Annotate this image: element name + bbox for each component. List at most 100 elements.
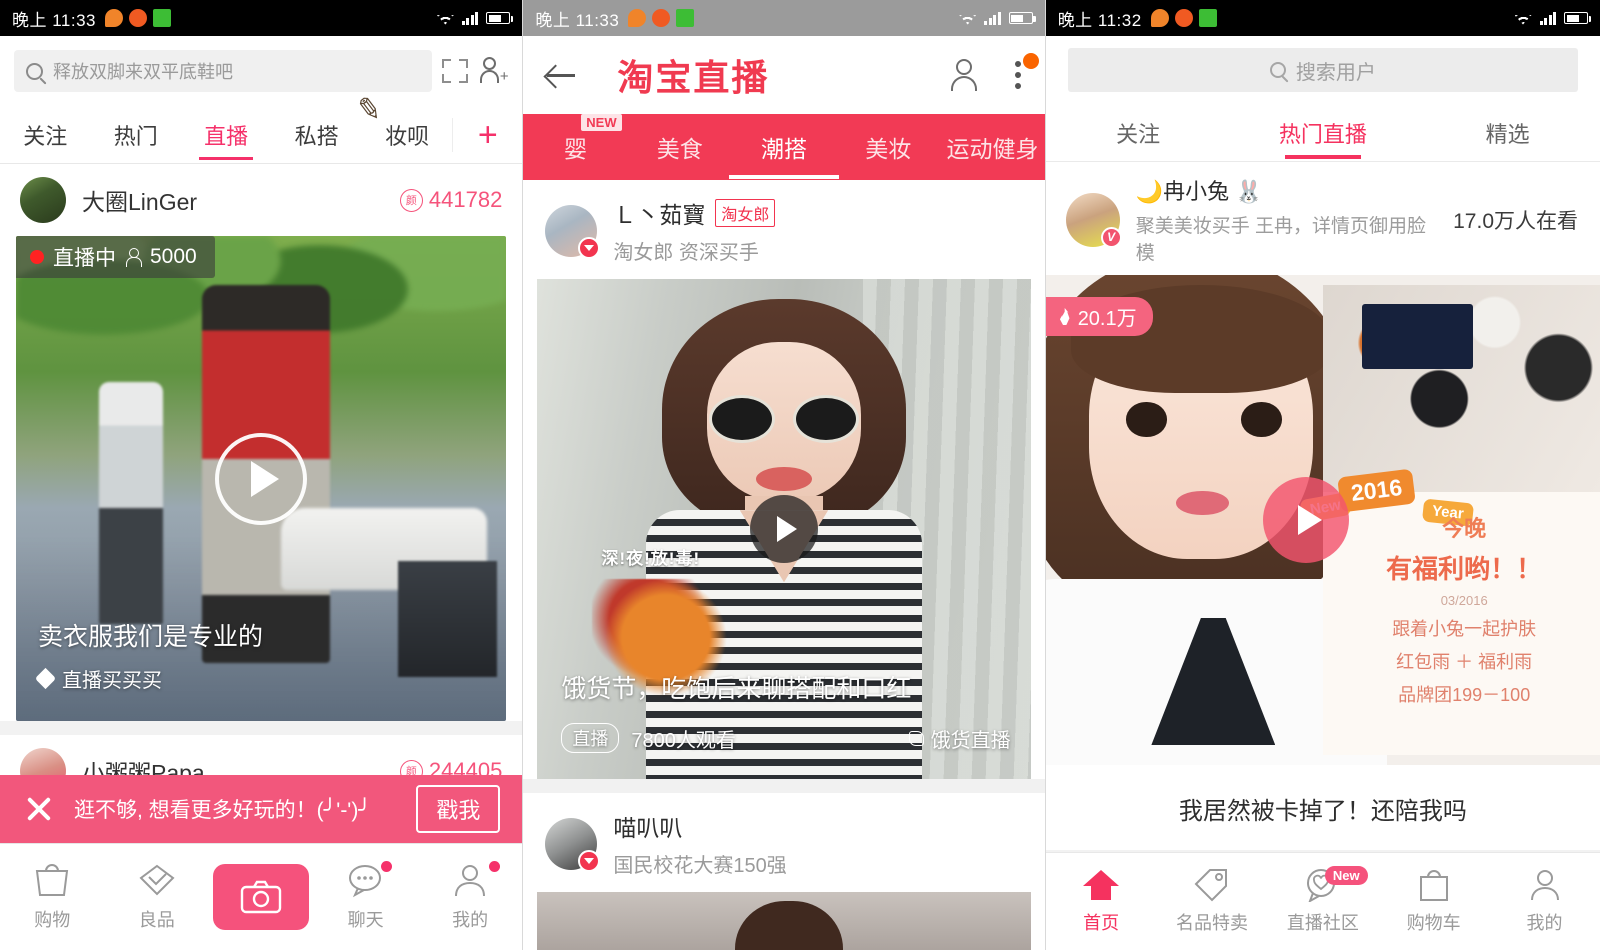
video-thumbnail[interactable]: 深!夜!放!毒! 饿货节，吃饱后来聊搭配和口红 直播 7800人观看 饿货直播 [537, 279, 1031, 779]
avatar[interactable] [545, 817, 601, 872]
seal-icon: 颜 [399, 188, 423, 212]
view-count-value: 441782 [428, 187, 503, 212]
status-icons [1150, 9, 1217, 27]
play-button[interactable] [215, 432, 308, 525]
user-name: Ｌ丶茹寶 [613, 202, 706, 228]
tab-muying[interactable]: 婴 NEW [523, 114, 627, 164]
tab-meizhuang[interactable]: 美妆 [836, 130, 940, 164]
screenshot-root: 晚上 11:33 释放双脚来双平底鞋吧 + 关注 热门 直播 私搭 妆呗 + ✎… [0, 0, 1600, 950]
card-header: 大圈LinGer 颜 441782 [0, 164, 522, 236]
tag-icon [1194, 869, 1227, 902]
scan-icon[interactable] [442, 59, 469, 83]
tab-meishi[interactable]: 美食 [628, 130, 732, 164]
tab-remen[interactable]: 热门 [90, 119, 180, 151]
nav-item-cart[interactable]: 购物车 [1378, 868, 1489, 935]
home-icon [1083, 870, 1120, 900]
tab-guanzhu[interactable]: 关注 [0, 119, 90, 151]
shopping-bag-icon [36, 864, 69, 896]
search-input[interactable]: 释放双脚来双平底鞋吧 [14, 50, 433, 92]
battery-icon [1008, 12, 1036, 24]
nav-item-shopping[interactable]: 购物 [0, 862, 104, 932]
status-right [1515, 11, 1591, 25]
tag-icon [34, 667, 57, 690]
more-kebab-icon[interactable] [1014, 53, 1039, 89]
nav-item-home[interactable]: 首页 [1046, 868, 1157, 935]
live-status-badge: 直播中 5000 [16, 236, 215, 278]
add-user-icon[interactable]: + [478, 56, 508, 86]
new-badge: NEW [581, 114, 622, 131]
avatar[interactable] [545, 204, 601, 259]
video-thumbnail[interactable]: 直播中 5000 卖衣服我们是专业的 直播买买买 [16, 236, 507, 721]
tab-zhibo[interactable]: 直播 [181, 119, 271, 151]
play-button[interactable] [1263, 477, 1350, 563]
video-thumbnail[interactable]: New 2016 Year 今晚 有福利哟！！ 03/2016 跟着小兔一起护肤… [1045, 275, 1600, 765]
nav-item-camera[interactable] [209, 864, 313, 930]
user-name: 大圈LinGer [82, 189, 198, 215]
avatar[interactable]: V [1065, 192, 1122, 248]
status-icons [628, 9, 695, 27]
hot-count: 20.1万 [1077, 308, 1137, 330]
verified-icon [578, 236, 601, 259]
status-icons [105, 9, 172, 27]
play-button[interactable] [750, 495, 819, 563]
close-icon[interactable] [22, 792, 56, 826]
nav-item-live-community[interactable]: New 直播社区 [1267, 866, 1378, 935]
tab-jingxuan[interactable]: 精选 [1415, 117, 1600, 149]
feed-card[interactable]: Ｌ丶茹寶 淘女郎 淘女郎 资深买手 深!夜!放!毒! 饿货节，吃饱后来聊搭配和口… [523, 180, 1045, 779]
feed-card[interactable]: 大圈LinGer 颜 441782 直播中 5000 卖衣服我们是专业的 直播买… [0, 164, 523, 721]
banner-button[interactable]: 戳我 [416, 785, 501, 833]
viewer-count: 5000 [150, 245, 197, 268]
tab-zhuangbei[interactable]: 妆呗 [362, 119, 452, 151]
tab-guanzhu[interactable]: 关注 [1046, 117, 1231, 149]
video-title: 饿货节，吃饱后来聊搭配和口红 [561, 675, 912, 703]
viewer-count: 7800人观看 [631, 729, 736, 752]
chat-icon [1150, 9, 1169, 27]
nav-item-liangpin[interactable]: 良品 [104, 862, 208, 932]
nav-item-chat[interactable]: 聊天 [313, 861, 417, 932]
search-icon [1269, 62, 1286, 78]
nav-item-mine[interactable]: 我的 [1489, 868, 1600, 935]
note-icon [1198, 9, 1217, 27]
back-arrow-icon[interactable] [545, 59, 577, 91]
live-feed-list[interactable]: Ｌ丶茹寶 淘女郎 淘女郎 资深买手 深!夜!放!毒! 饿货节，吃饱后来聊搭配和口… [523, 180, 1045, 950]
promo-banner[interactable]: 逛不够, 想看更多好玩的！(╯'-')╯ 戳我 [0, 775, 523, 843]
wifi-icon [959, 12, 976, 25]
live-feed-list[interactable]: V 🌙冉小兔 🐰 聚美美妆买手 王冉，详情页御用脸模 17.0万人在看 2016… [1045, 162, 1600, 852]
nav-item-mine[interactable]: 我的 [418, 861, 522, 932]
user-icon[interactable] [947, 58, 981, 92]
signal-icon [461, 11, 479, 25]
bottom-nav: 首页 名品特卖 New 直播社区 购物车 我的 [1045, 852, 1600, 950]
live-feed-list[interactable]: 大圈LinGer 颜 441782 直播中 5000 卖衣服我们是专业的 直播买… [0, 164, 523, 843]
poster-line2: 有福利哟！！ [1386, 553, 1543, 584]
feed-card[interactable]: V 🌙冉小兔 🐰 聚美美妆买手 王冉，详情页御用脸模 17.0万人在看 2016… [1045, 162, 1600, 850]
avatar[interactable] [20, 177, 66, 223]
user-info: 喵叭叭 国民校花大赛150强 [613, 809, 786, 878]
video-thumbnail-partial[interactable] [537, 892, 1031, 950]
nav-label: 购物车 [1406, 913, 1461, 933]
card-header: V 🌙冉小兔 🐰 聚美美妆买手 王冉，详情页御用脸模 17.0万人在看 [1046, 162, 1600, 275]
tab-chaoda[interactable]: 潮搭 [732, 130, 836, 164]
add-tab-button[interactable]: + [452, 117, 522, 152]
phone-panel-meilishuo: 晚上 11:33 释放双脚来双平底鞋吧 + 关注 热门 直播 私搭 妆呗 + ✎… [0, 0, 523, 950]
search-input[interactable]: 搜索用户 [1067, 48, 1578, 92]
tab-yundongjianshen[interactable]: 运动健身 [940, 130, 1044, 164]
person-icon [1530, 870, 1559, 901]
chat-bubble-icon [348, 865, 381, 898]
camera-button[interactable] [213, 864, 310, 930]
nav-label: 良品 [138, 910, 175, 930]
card-header: 喵叭叭 国民校花大赛150强 [523, 793, 1044, 892]
user-desc: 国民校花大赛150强 [613, 855, 787, 877]
tab-remen-zhibo[interactable]: 热门直播 [1230, 117, 1415, 149]
thumbnail-footer: 直播 7800人观看 饿货直播 [561, 723, 1011, 753]
source-name: 饿货直播 [930, 729, 1011, 752]
tab-sida[interactable]: 私搭 [271, 119, 361, 151]
chat-icon [628, 9, 647, 27]
status-bar: 晚上 11:32 [1045, 0, 1600, 36]
poster-line5: 品牌团199－100 [1398, 684, 1531, 705]
badge-dot [380, 861, 392, 872]
feed-card[interactable]: 喵叭叭 国民校花大赛150强 [523, 793, 1045, 950]
person-icon [125, 248, 142, 267]
poster-text: 今晚 有福利哟！！ 03/2016 跟着小兔一起护肤 红包雨 ＋ 福利雨 品牌团… [1337, 511, 1592, 707]
camera-icon [240, 880, 282, 914]
nav-item-brand-sale[interactable]: 名品特卖 [1157, 868, 1268, 935]
